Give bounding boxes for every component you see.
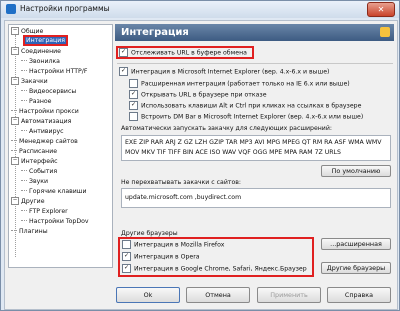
checkbox-box[interactable]: ✓ — [129, 101, 138, 110]
clipboard-checkbox[interactable]: ✓ Отслеживать URL в буфере обмена — [119, 48, 247, 57]
other-browsers-button[interactable]: Другие браузеры — [321, 262, 391, 274]
cancel-button[interactable]: Отмена — [186, 287, 250, 303]
checkbox-box[interactable]: ✓ — [119, 67, 128, 76]
window-title: Настройки программы — [20, 4, 110, 13]
tree-item-topdownloads-settings[interactable]: Настройки TopDov — [21, 217, 89, 226]
checkbox-box[interactable] — [129, 79, 138, 88]
tree-item-ftp-explorer[interactable]: FTP Explorer — [21, 207, 68, 216]
tree-item-connection[interactable]: − Соединение — [11, 47, 61, 56]
collapse-icon[interactable]: − — [11, 117, 19, 125]
chrome-checkbox[interactable]: ✓ Интеграция в Google Chrome, Safari, Янд… — [122, 264, 307, 273]
divider — [117, 63, 393, 64]
collapse-icon[interactable]: − — [11, 157, 19, 165]
checkbox-box[interactable]: ✓ — [119, 48, 128, 57]
apply-button[interactable]: Применить — [257, 287, 321, 303]
checkbox-box[interactable] — [122, 240, 131, 249]
tree-item-general[interactable]: − Общие — [11, 27, 43, 36]
tree-item-sounds[interactable]: Звуки — [21, 177, 48, 186]
other-browsers-label: Другие браузеры — [121, 230, 178, 237]
tree-item-other[interactable]: − Другие — [11, 197, 45, 206]
checkbox-box[interactable] — [129, 112, 138, 121]
extensions-line-2: MOV MKV TIF TIFF BIN ACE ISO WAV VQF OGG… — [125, 149, 341, 156]
tree-item-events[interactable]: События — [21, 167, 57, 176]
help-button[interactable]: Справка — [327, 287, 391, 303]
opera-checkbox[interactable]: ✓ Интеграция в Opera — [122, 252, 200, 261]
window-body: − Общие Интеграция − Соединение Звонилка Н… — [4, 20, 398, 310]
tree-item-automation[interactable]: − Автоматизация — [11, 117, 71, 126]
checkbox-box[interactable]: ✓ — [122, 252, 131, 261]
close-button[interactable]: ✕ — [367, 2, 395, 17]
panel-title: Интеграция — [121, 27, 189, 38]
tree-item-proxy-settings[interactable]: Настройки прокси — [11, 107, 79, 116]
tree-item-interface[interactable]: − Интерфейс — [11, 157, 58, 166]
app-icon — [6, 4, 16, 14]
panel-header: Интеграция — [115, 24, 394, 41]
title-bar: Настройки программы ✕ — [1, 1, 399, 18]
tree-item-hotkeys[interactable]: Горячие клавиши — [21, 187, 87, 196]
tree-item-schedule[interactable]: Расписание — [11, 147, 57, 156]
ie-advanced-checkbox[interactable]: Расширенная интеграция (работает только … — [129, 79, 350, 88]
tree-item-video-services[interactable]: Видеосервисы — [21, 87, 76, 96]
tree-item-downloads[interactable]: − Закачки — [11, 77, 48, 86]
collapse-icon[interactable]: − — [11, 47, 19, 55]
alt-ctrl-checkbox[interactable]: ✓ Использовать клавиши Alt и Ctrl при кли… — [129, 101, 361, 110]
tree-item-site-manager[interactable]: Менеджер сайтов — [11, 137, 78, 146]
tree-item-antivirus[interactable]: Антивирус — [21, 127, 64, 136]
settings-window: Настройки программы ✕ − Общие Интеграция … — [0, 0, 400, 311]
settings-tree[interactable]: − Общие Интеграция − Соединение Звонилка Н… — [8, 24, 113, 268]
extensions-line-1: EXE ZIP RAR ARJ Z GZ LZH GZIP TAR MP3 AV… — [125, 139, 382, 146]
tree-guide-line — [15, 35, 16, 257]
collapse-icon[interactable]: − — [11, 197, 19, 205]
extensions-label: Автоматически запускать закачку для след… — [121, 125, 332, 132]
firefox-checkbox[interactable]: Интеграция в Mozilla Firefox — [122, 240, 224, 249]
extensions-textarea[interactable]: EXE ZIP RAR ARJ Z GZ LZH GZIP TAR MP3 AV… — [121, 135, 391, 161]
open-on-cancel-checkbox[interactable]: ✓ Открывать URL в браузере при отказе — [129, 90, 267, 99]
tree-item-http-settings[interactable]: Настройки HTTP/F — [21, 67, 87, 76]
tree-item-dialer[interactable]: Звонилка — [21, 57, 60, 66]
ie-integration-checkbox[interactable]: ✓ Интеграция в Microsoft Internet Explore… — [119, 67, 329, 76]
tree-item-plugins[interactable]: Плагины — [11, 227, 48, 236]
integration-icon — [380, 27, 390, 37]
tree-item-integration[interactable]: Интеграция — [22, 35, 69, 46]
tree-item-misc[interactable]: Разное — [21, 97, 51, 106]
checkbox-box[interactable]: ✓ — [129, 90, 138, 99]
exclude-sites-input[interactable]: update.microsoft.com ,buydirect.com — [121, 188, 391, 208]
extended-integration-button[interactable]: ...расширенная — [321, 238, 391, 250]
default-extensions-button[interactable]: По умолчанию — [321, 165, 391, 177]
collapse-icon[interactable]: − — [11, 77, 19, 85]
collapse-icon[interactable]: − — [11, 27, 19, 35]
checkbox-box[interactable]: ✓ — [122, 264, 131, 273]
ok-button[interactable]: Ok — [116, 287, 180, 303]
exclude-sites-label: Не перехватывать закачки с сайтов: — [121, 179, 241, 186]
dm-bar-checkbox[interactable]: Встроить DM Bar в Microsoft Internet Exp… — [129, 112, 363, 121]
